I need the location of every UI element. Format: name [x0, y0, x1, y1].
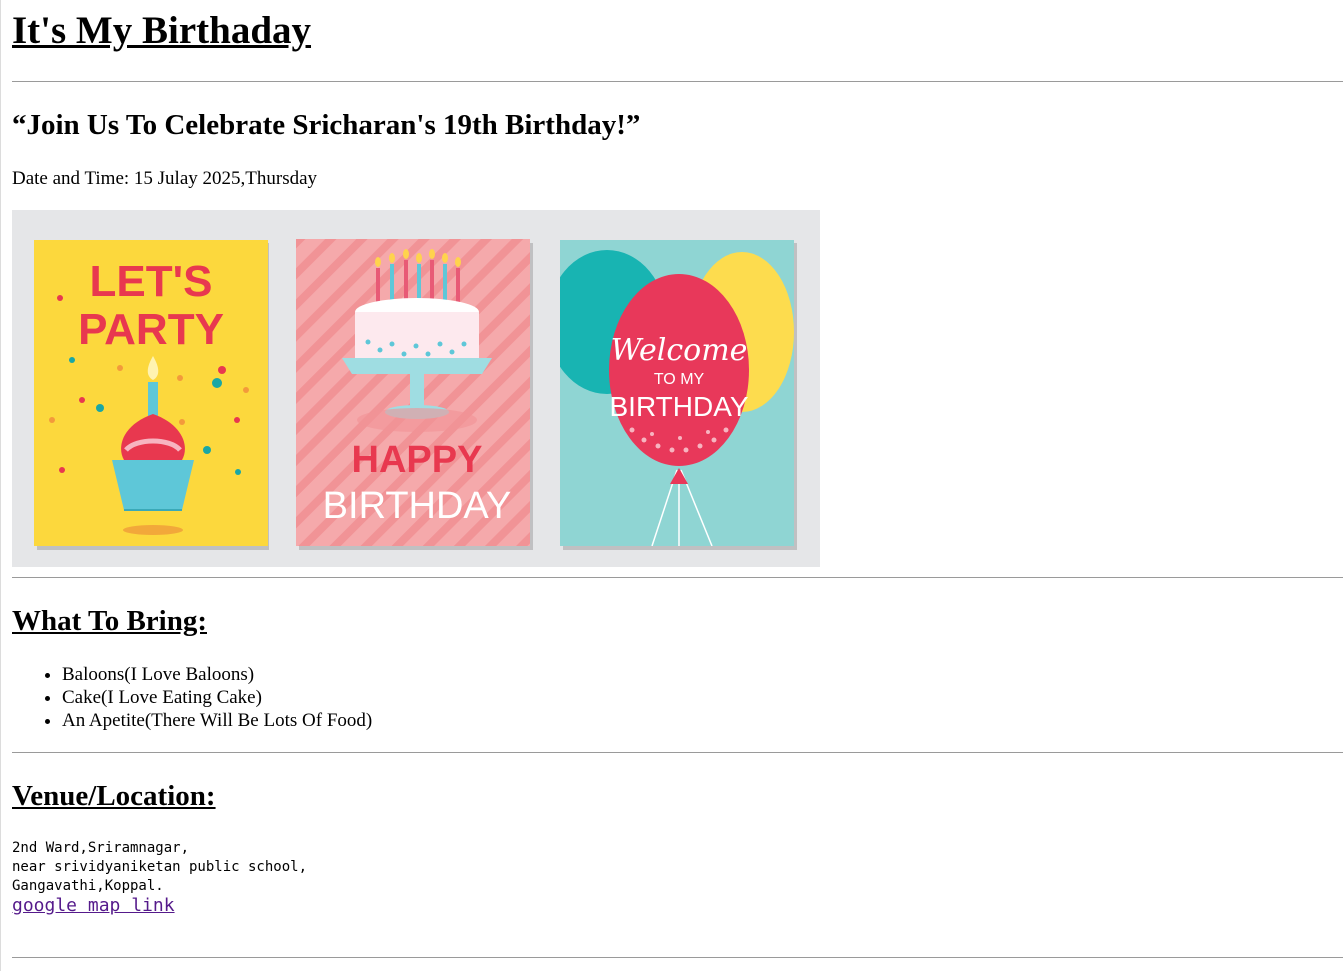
what-to-bring-heading: What To Bring: [12, 605, 207, 637]
list-item: Baloons(I Love Baloons) [62, 663, 372, 686]
date-time-text: Date and Time: 15 Julay 2025,Thursday [12, 168, 318, 189]
welcome-balloon-card: Welcome TO MY BIRTHDAY [560, 240, 797, 550]
card-text: BIRTHDAY [323, 485, 512, 527]
card-text: TO MY [654, 371, 705, 388]
list-item: Cake(I Love Eating Cake) [62, 686, 372, 709]
divider [12, 81, 1343, 82]
invitation-heading: “Join Us To Celebrate Sricharan's 19th B… [12, 109, 641, 141]
card-text: PARTY [78, 305, 224, 354]
bring-list: Baloons(I Love Baloons) Cake(I Love Eati… [12, 663, 372, 732]
divider [12, 957, 1343, 958]
card-text: LET'S [90, 257, 213, 306]
venue-heading: Venue/Location: [12, 780, 216, 812]
list-item: An Apetite(There Will Be Lots Of Food) [62, 709, 372, 732]
card-text: BIRTHDAY [610, 391, 749, 422]
venue-address: 2nd Ward,Sriramnagar, near srividyaniket… [12, 840, 308, 894]
card-text: Welcome [611, 333, 748, 368]
page-title: It's My Birthaday [12, 9, 312, 52]
birthday-cards-image: LET'S PARTY HAPPY BIRTHDAY Welcome TO MY… [12, 210, 820, 567]
google-map-link[interactable]: google map link [12, 895, 175, 917]
divider [12, 752, 1343, 753]
card-text: HAPPY [352, 439, 483, 481]
divider [12, 577, 1343, 578]
party-card: LET'S PARTY [34, 240, 269, 550]
happy-birthday-card: HAPPY BIRTHDAY [296, 239, 533, 550]
